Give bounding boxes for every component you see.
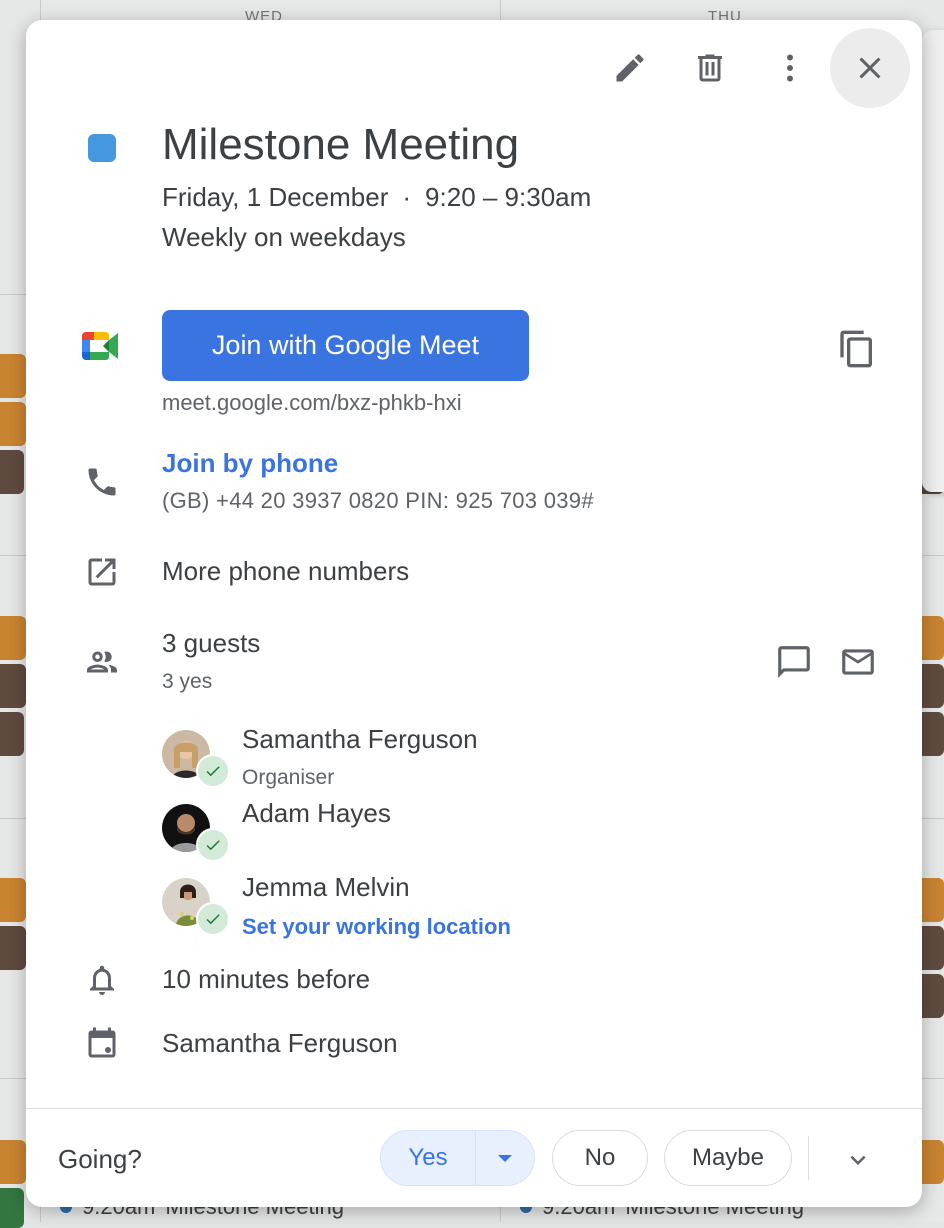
copy-icon [840,330,872,368]
google-meet-icon [82,332,118,360]
chat-with-guests-button[interactable] [770,638,818,686]
copy-conference-info-button[interactable] [832,324,882,374]
join-by-phone-link[interactable]: Join by phone [162,448,338,479]
chat-icon [778,646,810,678]
calendar-event-block[interactable] [922,664,944,708]
event-title: Milestone Meeting [162,120,520,169]
calendar-icon [88,1027,116,1058]
check-icon [206,840,220,851]
close-icon [859,57,881,79]
calendar-event-block[interactable] [0,450,24,494]
calendar-event-block[interactable] [922,974,944,1018]
guest-name: Samantha Ferguson [242,724,478,754]
edit-event-button[interactable] [590,28,670,108]
calendar-event-block[interactable] [0,354,26,398]
accepted-badge [196,828,230,862]
mail-icon [842,649,874,675]
rsvp-maybe-button[interactable]: Maybe [664,1130,792,1186]
calendar-event-block[interactable] [0,664,26,708]
reminder-text: 10 minutes before [162,964,371,994]
calendar-owner-name: Samantha Ferguson [162,1028,398,1058]
guest-count: 3 guests [162,628,261,658]
rsvp-yes-split-button: Yes [380,1130,535,1186]
event-time: 9:20 – 9:30am [425,182,592,212]
calendar-event-block[interactable] [922,1140,944,1184]
phone-icon [88,468,116,496]
dropdown-arrow-icon [498,1154,512,1162]
dialog-toolbar [590,28,910,108]
trash-icon [698,54,722,82]
more-options-button[interactable] [750,28,830,108]
calendar-event-block[interactable] [922,878,944,922]
people-icon [87,651,117,673]
rsvp-prompt: Going? [58,1144,142,1174]
accepted-badge [196,754,230,788]
event-color-chip [88,134,116,162]
phone-dial-in-details: (GB) +44 20 3937 0820 PIN: 925 703 039# [162,488,594,513]
join-google-meet-button[interactable]: Join with Google Meet [162,310,529,381]
calendar-event-block[interactable] [922,616,944,660]
set-working-location-link[interactable]: Set your working location [242,914,511,940]
guest-name: Adam Hayes [242,798,391,828]
guest-list-item[interactable]: Adam Hayes [162,798,662,864]
open-in-new-icon [88,558,116,586]
rsvp-no-button[interactable]: No [552,1130,648,1186]
event-date: Friday, 1 December [162,182,389,212]
calendar-event-block[interactable] [922,926,944,970]
pencil-icon [616,54,644,82]
check-icon [206,914,220,925]
check-icon [206,766,220,777]
rsvp-options-dropdown[interactable] [476,1131,534,1185]
more-phone-numbers-link[interactable]: More phone numbers [162,556,409,587]
calendar-event-block[interactable] [0,926,26,970]
guest-response-summary: 3 yes [162,670,213,693]
calendar-event-block[interactable] [922,712,944,756]
event-recurrence: Weekly on weekdays [162,222,406,252]
rsvp-yes-button[interactable]: Yes [381,1131,476,1185]
guest-list-item[interactable]: Samantha Ferguson Organiser [162,724,662,790]
meet-url: meet.google.com/bxz-phkb-hxi [162,390,462,415]
email-guests-button[interactable] [834,638,882,686]
people-icon-wrap [82,642,122,682]
close-dialog-button[interactable] [830,28,910,108]
bell-icon-wrap [82,960,122,1000]
background-popup-card [922,30,944,492]
calendar-event-block[interactable] [0,402,26,446]
event-details-dialog: Milestone Meeting Friday, 1 December · 9:2… [26,20,922,1207]
expand-rsvp-button[interactable] [834,1136,882,1184]
chevron-down-icon [850,1155,866,1165]
guest-role: Organiser [242,766,335,789]
calendar-event-block[interactable] [0,712,24,756]
footer-divider [26,1108,922,1109]
calendar-icon-wrap [82,1024,122,1064]
bell-icon [90,965,114,995]
accepted-badge [196,902,230,936]
guest-name: Jemma Melvin [242,872,410,902]
phone-icon-wrap [82,462,122,502]
delete-event-button[interactable] [670,28,750,108]
calendar-event-block[interactable] [0,1188,24,1228]
calendar-event-block[interactable] [0,616,26,660]
calendar-event-block[interactable] [0,878,26,922]
open-external-icon-wrap [82,552,122,592]
datetime-separator: · [402,182,412,212]
guest-list-item[interactable]: Jemma Melvin Set your working location [162,872,662,940]
calendar-event-block[interactable] [0,1140,26,1184]
event-datetime: Friday, 1 December · 9:20 – 9:30am [162,182,591,213]
more-vert-icon [787,54,793,82]
footer-separator [808,1136,809,1180]
